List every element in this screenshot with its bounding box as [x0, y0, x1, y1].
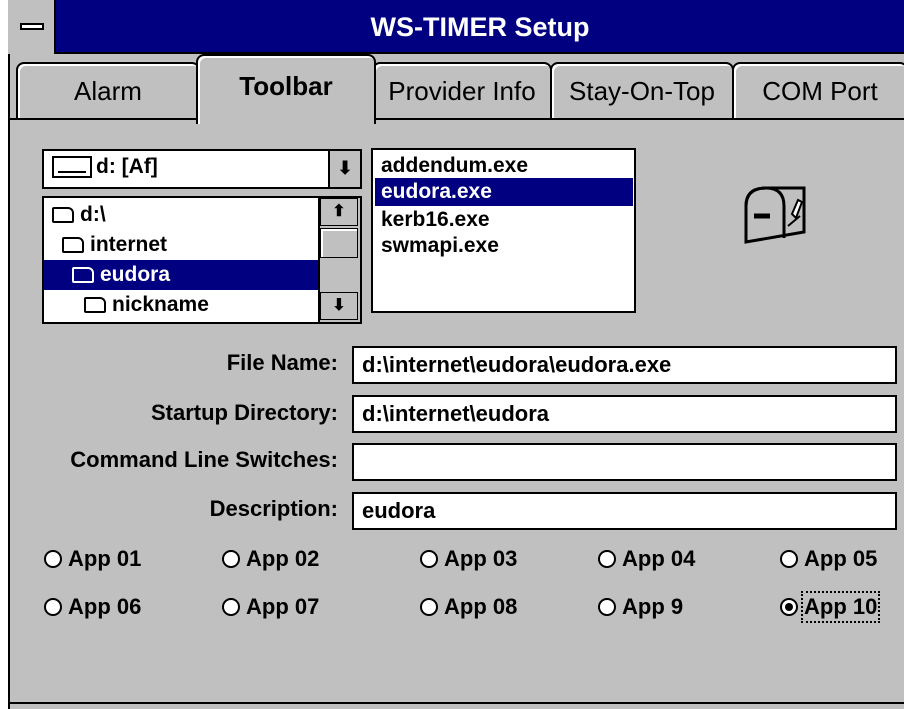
radio-app-01[interactable]: App 01 [44, 544, 141, 574]
tab-com-port-label: COM Port [762, 76, 878, 106]
tab-alarm[interactable]: Alarm [16, 62, 200, 122]
arrow-down-icon: ⬇ [337, 158, 353, 178]
command-line-switches-input[interactable] [352, 443, 897, 481]
radio-label: App 01 [68, 546, 142, 571]
directory-list[interactable]: d:\ internet eudora nickname ⬆ ⬇ [42, 196, 362, 324]
drive-select-value-wrap: d: [Af] [52, 155, 158, 179]
radio-checked-icon [780, 598, 798, 616]
directory-scrollbar[interactable]: ⬆ ⬇ [318, 198, 360, 322]
radio-circle-icon [44, 598, 62, 616]
startup-directory-label: Startup Directory: [150, 400, 338, 425]
radio-app-03[interactable]: App 03 [420, 544, 517, 574]
radio-label: App 06 [68, 594, 142, 619]
scroll-thumb[interactable] [320, 228, 358, 258]
file-item[interactable]: swmapi.exe [375, 232, 633, 260]
drive-select[interactable]: d: [Af] ⬇ [42, 149, 362, 189]
file-name-label: File Name: [226, 350, 338, 375]
tab-toolbar-label: Toolbar [239, 71, 333, 101]
arrow-down-icon: ⬇ [332, 297, 346, 314]
file-item[interactable]: kerb16.exe [375, 206, 633, 234]
arrow-up-icon: ⬆ [332, 203, 346, 220]
drive-dropdown-button[interactable]: ⬇ [328, 151, 360, 187]
scroll-down-button[interactable]: ⬇ [320, 292, 358, 320]
radio-label: App 9 [622, 594, 684, 619]
directory-item-selected[interactable]: eudora [44, 260, 350, 290]
directory-item[interactable]: nickname [44, 290, 360, 320]
description-input[interactable]: eudora [352, 492, 897, 530]
tab-stay-on-top[interactable]: Stay-On-Top [550, 62, 734, 122]
command-line-switches-label: Command Line Switches: [70, 447, 338, 472]
window-title: WS-TIMER Setup [370, 12, 590, 42]
tab-toolbar[interactable]: Toolbar [196, 54, 376, 124]
directory-item-label: internet [90, 233, 168, 256]
radio-circle-icon [598, 550, 616, 568]
radio-label: App 07 [246, 594, 320, 619]
radio-label: App 03 [444, 546, 518, 571]
radio-label: App 05 [804, 546, 878, 571]
radio-label: App 08 [444, 594, 518, 619]
radio-label: App 10 [800, 591, 881, 623]
radio-circle-icon [598, 598, 616, 616]
folder-icon [84, 297, 106, 313]
directory-item[interactable]: internet [44, 230, 340, 260]
radio-app-05[interactable]: App 05 [780, 544, 877, 574]
radio-circle-icon [420, 550, 438, 568]
system-menu-icon [20, 23, 44, 30]
scroll-up-button[interactable]: ⬆ [320, 198, 358, 226]
system-menu-button[interactable] [8, 0, 56, 54]
radio-label: App 04 [622, 546, 696, 571]
mailbox-icon [740, 180, 814, 250]
open-folder-icon [62, 237, 84, 253]
radio-app-08[interactable]: App 08 [420, 592, 517, 622]
directory-item[interactable]: d:\ [44, 200, 330, 230]
description-label: Description: [209, 496, 338, 521]
directory-item-label: eudora [100, 263, 171, 286]
radio-label: App 02 [246, 546, 320, 571]
tab-provider-info-label: Provider Info [388, 76, 536, 106]
tab-alarm-label: Alarm [74, 76, 142, 106]
drive-icon [52, 156, 92, 178]
radio-app-02[interactable]: App 02 [222, 544, 319, 574]
window-bottom-edge [10, 702, 904, 704]
radio-app-9[interactable]: App 9 [598, 592, 683, 622]
radio-app-07[interactable]: App 07 [222, 592, 319, 622]
tab-provider-info[interactable]: Provider Info [372, 62, 552, 122]
directory-item-label: nickname [112, 293, 209, 316]
drive-select-value: d: [Af] [96, 155, 158, 178]
file-list[interactable]: addendum.exe eudora.exe kerb16.exe swmap… [371, 148, 636, 313]
radio-circle-icon [222, 598, 240, 616]
radio-circle-icon [44, 550, 62, 568]
file-name-input[interactable]: d:\internet\eudora\eudora.exe [352, 346, 897, 384]
tab-stay-on-top-label: Stay-On-Top [569, 76, 715, 106]
radio-app-10[interactable]: App 10 [780, 591, 881, 623]
tab-com-port[interactable]: COM Port [732, 62, 904, 122]
radio-circle-icon [222, 550, 240, 568]
radio-app-04[interactable]: App 04 [598, 544, 695, 574]
file-item-selected[interactable]: eudora.exe [375, 178, 633, 206]
radio-circle-icon [420, 598, 438, 616]
radio-circle-icon [780, 550, 798, 568]
open-folder-icon [52, 207, 74, 223]
open-folder-icon [72, 267, 94, 283]
directory-item-label: d:\ [80, 203, 106, 226]
file-item[interactable]: addendum.exe [375, 152, 633, 180]
startup-directory-input[interactable]: d:\internet\eudora [352, 395, 897, 433]
radio-app-06[interactable]: App 06 [44, 592, 141, 622]
